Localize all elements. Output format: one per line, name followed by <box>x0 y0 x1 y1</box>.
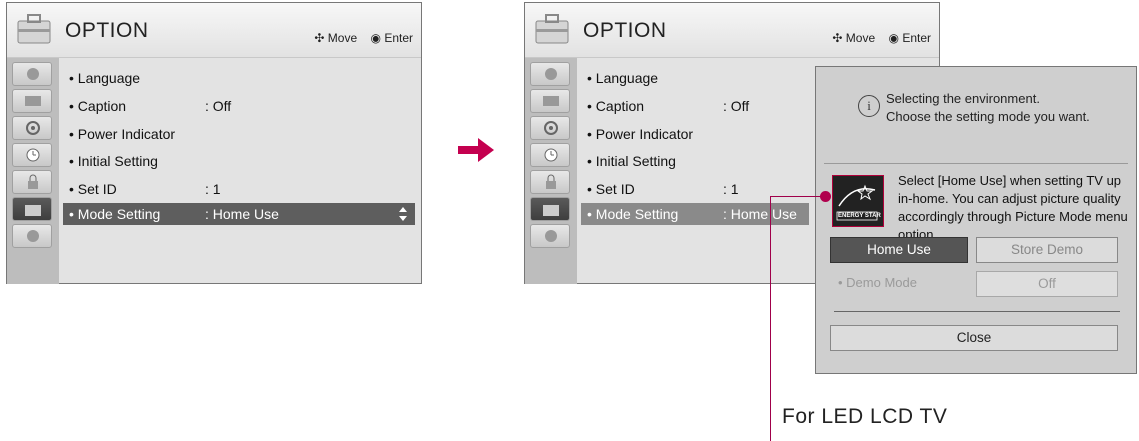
info-icon: i <box>858 95 880 117</box>
demo-mode-label: • Demo Mode <box>838 275 917 290</box>
lock-icon <box>546 174 556 189</box>
menu-title: OPTION <box>65 19 149 42</box>
menu-item-label: • Set ID <box>587 181 635 197</box>
divider <box>834 311 1120 312</box>
menu-item-initial-setting[interactable]: • Initial Setting <box>63 150 415 172</box>
menu-item-value: : Home Use <box>205 206 279 222</box>
tab-time[interactable] <box>530 143 570 167</box>
move-arrows-icon: ✣ <box>314 31 325 45</box>
menu-list: • Language • Caption : Off • Power Indica… <box>63 61 415 277</box>
navigation-hint: ✣ Move ◉ Enter <box>314 31 413 45</box>
tab-option[interactable] <box>530 197 570 221</box>
enter-hint-label: Enter <box>902 31 931 45</box>
info-line-1: Selecting the environment. <box>886 91 1040 106</box>
enter-icon: ◉ <box>888 31 899 45</box>
callout-dot <box>820 191 831 202</box>
enter-hint-label: Enter <box>384 31 413 45</box>
menu-item-label: • Caption <box>69 98 127 114</box>
menu-header: OPTION ✣ Move ◉ Enter <box>7 3 421 58</box>
menu-item-label: • Caption <box>587 98 645 114</box>
option-menu-panel-left: OPTION ✣ Move ◉ Enter • Language • Capti… <box>6 2 422 284</box>
category-sidebar <box>525 58 577 284</box>
menu-item-power-indicator[interactable]: • Power Indicator <box>63 123 415 145</box>
menu-title: OPTION <box>583 19 667 42</box>
home-use-button[interactable]: Home Use <box>830 237 968 263</box>
tab-picture[interactable] <box>530 62 570 86</box>
tab-audio[interactable] <box>530 116 570 140</box>
screen-icon <box>543 96 559 106</box>
speaker-icon <box>544 121 558 135</box>
menu-item-label: • Initial Setting <box>69 153 158 169</box>
menu-item-caption[interactable]: • Caption : Off <box>63 95 415 117</box>
lock-icon <box>28 174 38 189</box>
navigation-hint: ✣ Move ◉ Enter <box>832 31 931 45</box>
menu-item-label: • Power Indicator <box>587 126 694 142</box>
callout-line-vertical <box>770 196 771 441</box>
popup-description: Select [Home Use] when setting TV up in-… <box>898 173 1128 242</box>
speaker-icon <box>26 121 40 135</box>
tab-picture[interactable] <box>12 62 52 86</box>
info-line-2: Choose the setting mode you want. <box>886 109 1090 124</box>
menu-item-value: : Off <box>723 98 750 114</box>
menu-item-label: • Mode Setting <box>69 206 161 222</box>
clock-icon <box>544 148 558 162</box>
globe-icon <box>545 230 557 242</box>
tab-screen[interactable] <box>12 89 52 113</box>
tab-lock[interactable] <box>530 170 570 194</box>
menu-item-value: : Home Use <box>723 206 797 222</box>
option-suitcase-icon <box>543 205 559 216</box>
enter-icon: ◉ <box>370 31 381 45</box>
move-arrows-icon: ✣ <box>832 31 843 45</box>
menu-item-value: : 1 <box>723 181 739 197</box>
menu-item-label: • Set ID <box>69 181 117 197</box>
demo-mode-value[interactable]: Off <box>976 271 1118 297</box>
menu-item-mode-setting[interactable]: • Mode Setting : Home Use <box>63 203 415 225</box>
store-demo-button[interactable]: Store Demo <box>976 237 1118 263</box>
globe-icon <box>27 230 39 242</box>
move-hint-label: Move <box>327 31 358 45</box>
option-suitcase-icon <box>25 205 41 216</box>
option-suitcase-icon <box>17 14 51 44</box>
tab-screen[interactable] <box>530 89 570 113</box>
tab-network[interactable] <box>12 224 52 248</box>
picture-icon <box>27 68 39 80</box>
menu-item-label: • Power Indicator <box>69 126 176 142</box>
screen-icon <box>25 96 41 106</box>
menu-item-value: : Off <box>205 98 232 114</box>
menu-item-label: • Language <box>587 70 659 86</box>
tab-option[interactable] <box>12 197 52 221</box>
menu-header: OPTION ✣ Move ◉ Enter <box>525 3 939 58</box>
picture-icon <box>545 68 557 80</box>
energy-star-label: ENERGY STAR <box>838 213 881 219</box>
move-hint-label: Move <box>845 31 876 45</box>
category-sidebar <box>7 58 59 284</box>
scroll-updown-icon <box>399 207 407 221</box>
menu-item-language[interactable]: • Language <box>63 67 415 89</box>
clock-icon <box>26 148 40 162</box>
menu-item-label: • Mode Setting <box>587 206 679 222</box>
close-button[interactable]: Close <box>830 325 1118 351</box>
menu-item-label: • Language <box>69 70 141 86</box>
tab-audio[interactable] <box>12 116 52 140</box>
menu-item-label: • Initial Setting <box>587 153 676 169</box>
mode-setting-popup: i Selecting the environment. Choose the … <box>815 66 1137 374</box>
menu-item-mode-setting[interactable]: • Mode Setting : Home Use <box>581 203 809 225</box>
menu-item-set-id[interactable]: • Set ID : 1 <box>63 178 415 200</box>
menu-item-value: : 1 <box>205 181 221 197</box>
tab-lock[interactable] <box>12 170 52 194</box>
tab-time[interactable] <box>12 143 52 167</box>
energy-star-logo: ENERGY STAR <box>832 175 884 227</box>
arrow-right-icon <box>458 138 494 162</box>
option-suitcase-icon <box>535 14 569 44</box>
tab-network[interactable] <box>530 224 570 248</box>
popup-info-section: i Selecting the environment. Choose the … <box>824 73 1128 164</box>
footnote-label: For LED LCD TV <box>782 405 948 428</box>
